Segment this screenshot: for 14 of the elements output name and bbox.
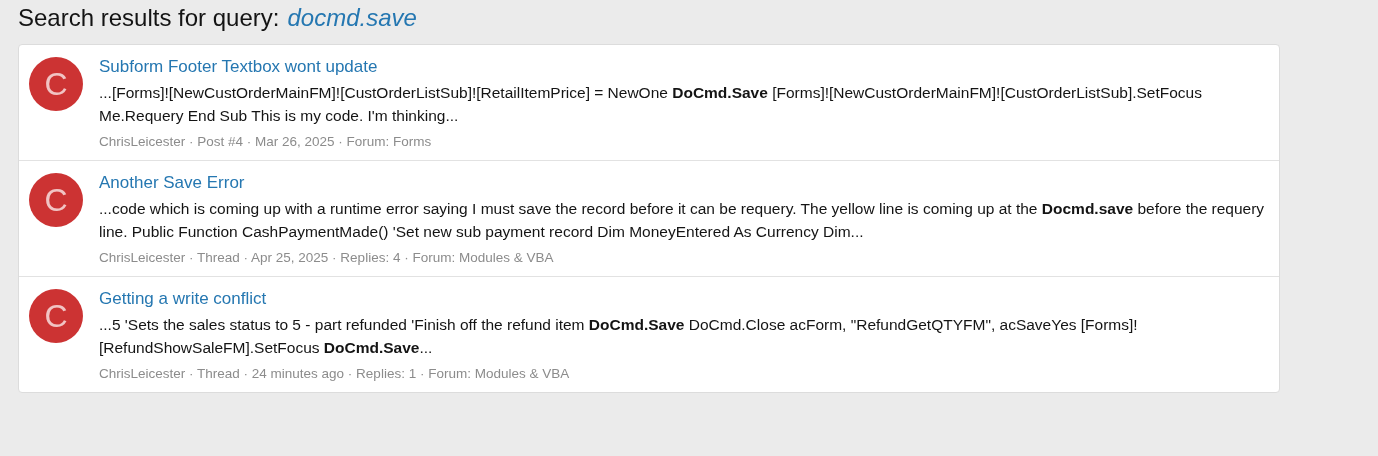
avatar: C (29, 289, 83, 343)
result-snippet: ...5 'Sets the sales status to 5 - part refunded 'Finish off the refund item DoCmd.Save DoCmd.Close acForm, "RefundGetQTYFM", acSaveYes [Forms]![RefundShowSaleFM].SetFocus DoCmd.Save... (99, 315, 1139, 358)
page-title: Search results for query: (18, 4, 280, 32)
query-link[interactable]: docmd.save (287, 4, 417, 32)
result-meta: ChrisLeicester · Thread · 24 minutes ago · Replies: 1 · Forum: Modules & VBA (99, 366, 571, 381)
result-snippet: ...[Forms]![NewCustOrderMainFM]![CustOrderListSub]![RetailItemPrice] = NewOne DoCmd.Save [Forms]![NewCustOrderMainFM]![CustOrderListSub].SetFocus Me.Requery End Sub This is my code. I'm thinking... (99, 83, 1203, 126)
result-snippet: ...code which is coming up with a runtime error saying I must save the record before it can be requery. The yellow line is coming up at the Docmd.save before the requery line. Public Function CashPaymentMade() 'Set new sub payment record Dim MoneyEntered As Currency Dim... (99, 199, 1266, 242)
result-title-link[interactable]: Another Save Error (99, 173, 245, 193)
result-title-link[interactable]: Subform Footer Textbox wont update (99, 57, 378, 77)
avatar: C (29, 173, 83, 227)
result-title-link[interactable]: Getting a write conflict (99, 289, 267, 309)
result-meta: ChrisLeicester · Thread · Apr 25, 2025 · Replies: 4 · Forum: Modules & VBA (99, 250, 555, 265)
result-meta: ChrisLeicester · Post #4 · Mar 26, 2025 · Forum: Forms (99, 134, 433, 149)
avatar: C (29, 57, 83, 111)
